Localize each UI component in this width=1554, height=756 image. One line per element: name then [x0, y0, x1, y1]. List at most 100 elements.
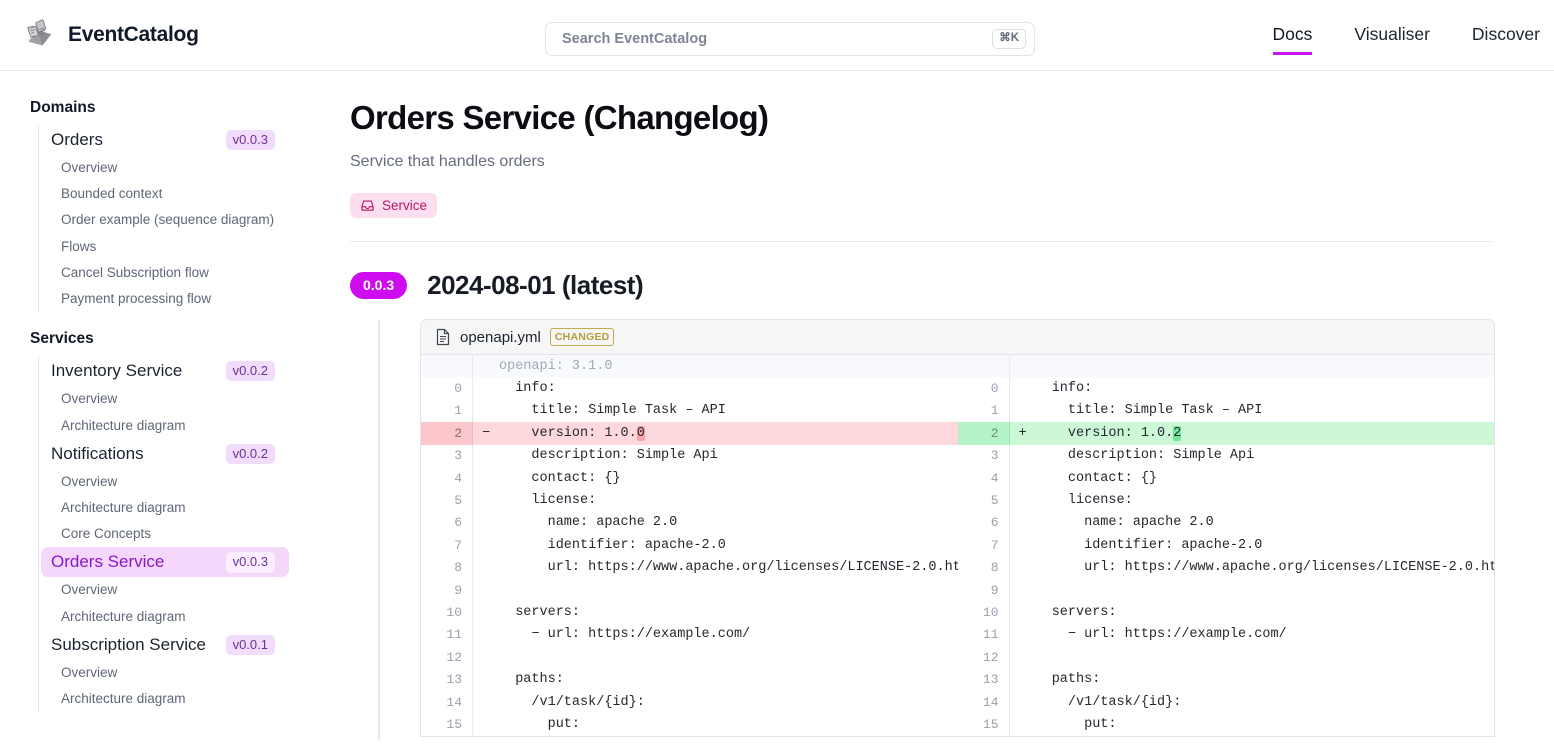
- sidebar-subitem[interactable]: Overview: [39, 469, 330, 495]
- diff-line-number: [421, 355, 473, 377]
- diff-line-number: 10: [421, 601, 473, 623]
- nav-item-docs[interactable]: Docs: [1273, 24, 1313, 48]
- diff-line: 10 servers:: [958, 601, 1495, 623]
- page-title: Orders Service (Changelog): [350, 99, 1554, 137]
- brand[interactable]: EventCatalog: [22, 18, 199, 52]
- sidebar-item-inventory-service[interactable]: Inventory Servicev0.0.2: [41, 356, 289, 386]
- diff-line-code: contact: {}: [499, 471, 958, 486]
- diff-line-code: paths:: [499, 672, 958, 687]
- version-badge: v0.0.3: [226, 130, 275, 150]
- diff-line-code: info:: [499, 381, 958, 396]
- brand-name: EventCatalog: [68, 23, 199, 47]
- diff-line-number: 4: [958, 467, 1010, 489]
- diff-line-code: description: Simple Api: [499, 448, 958, 463]
- sidebar-subitem[interactable]: Overview: [39, 660, 330, 686]
- diff-line-code: − url: https://example.com/: [499, 627, 958, 642]
- version-badge: v0.0.1: [226, 635, 275, 655]
- nav-item-discover[interactable]: Discover: [1472, 24, 1540, 48]
- page-subtitle: Service that handles orders: [350, 153, 1554, 171]
- diff-line-number: 10: [958, 601, 1010, 623]
- diff-line-code: info:: [1036, 381, 1495, 396]
- status-badge: Service: [350, 193, 437, 218]
- diff-filename: openapi.yml: [460, 329, 541, 346]
- sidebar-group-title: Domains: [30, 99, 330, 117]
- sidebar-subitem[interactable]: Architecture diagram: [39, 604, 330, 630]
- diff-line-code: url: https://www.apache.org/licenses/LIC…: [1036, 560, 1495, 575]
- diff-line: 11 − url: https://example.com/: [958, 624, 1495, 646]
- sidebar-tree: Ordersv0.0.3OverviewBounded contextOrder…: [38, 125, 330, 312]
- version-badge: v0.0.3: [226, 552, 275, 572]
- diff-header: openapi.yml CHANGED: [421, 320, 1494, 355]
- diff-line: 5 license:: [421, 489, 958, 511]
- sidebar-subitem[interactable]: Cancel Subscription flow: [39, 260, 330, 286]
- sidebar-group: ServicesInventory Servicev0.0.2OverviewA…: [0, 330, 330, 712]
- diff-line-number: 0: [421, 377, 473, 399]
- diff-line: 3 description: Simple Api: [421, 445, 958, 467]
- diff-line-number: 5: [421, 489, 473, 511]
- diff-line: 10 servers:: [421, 601, 958, 623]
- sidebar-subitem[interactable]: Bounded context: [39, 181, 330, 207]
- sidebar-tree: Subscription Servicev0.0.1OverviewArchit…: [38, 630, 330, 712]
- diff-line-code: /v1/task/{id}:: [1036, 695, 1495, 710]
- diff-line: 6 name: apache 2.0: [421, 512, 958, 534]
- sidebar-subitem[interactable]: Flows: [39, 234, 330, 260]
- diff-line-code: license:: [499, 493, 958, 508]
- diff-line: 0 info:: [958, 377, 1495, 399]
- sidebar-item-orders-service[interactable]: Orders Servicev0.0.3: [41, 547, 289, 577]
- diff-line-code: − url: https://example.com/: [1036, 627, 1495, 642]
- diff-line-number: 7: [958, 534, 1010, 556]
- diff-line-number: 9: [421, 579, 473, 601]
- diff-line-number: 4: [421, 467, 473, 489]
- diff-line-number: 11: [421, 624, 473, 646]
- timeline-line: [378, 320, 380, 740]
- diff-line: 15 put:: [421, 713, 958, 735]
- diff-line-code: identifier: apache‑2.0: [499, 538, 958, 553]
- diff-line: [958, 355, 1495, 377]
- diff-line-code: contact: {}: [1036, 471, 1495, 486]
- diff-inline-highlight: 0: [637, 426, 645, 441]
- sidebar-subitem[interactable]: Architecture diagram: [39, 495, 330, 521]
- search-input[interactable]: [562, 31, 992, 47]
- sidebar-subitem[interactable]: Overview: [39, 577, 330, 603]
- sidebar-item-label: Inventory Service: [51, 361, 182, 381]
- sidebar-item-notifications[interactable]: Notificationsv0.0.2: [41, 439, 289, 469]
- diff-line-number: 7: [421, 534, 473, 556]
- diff-line: 2− version: 1.0.0: [421, 422, 958, 444]
- diff-line: 15 put:: [958, 713, 1495, 735]
- search-container[interactable]: ⌘K: [545, 22, 1035, 56]
- nav-item-visualiser[interactable]: Visualiser: [1354, 24, 1430, 48]
- diff-line-number: 14: [421, 691, 473, 713]
- sidebar-subitem[interactable]: Architecture diagram: [39, 413, 330, 439]
- app-header: EventCatalog ⌘K Docs Visualiser Discover: [0, 0, 1554, 71]
- sidebar-subitem[interactable]: Order example (sequence diagram): [39, 207, 330, 233]
- diff-line: 5 license:: [958, 489, 1495, 511]
- diff-line: 14 /v1/task/{id}:: [958, 691, 1495, 713]
- diff-line-number: 15: [958, 713, 1010, 735]
- diff-line: 12: [958, 646, 1495, 668]
- diff-line-code: name: apache 2.0: [1036, 515, 1495, 530]
- sidebar-item-orders[interactable]: Ordersv0.0.3: [41, 125, 289, 155]
- main-content: Orders Service (Changelog) Service that …: [330, 71, 1554, 756]
- diff-line: openapi: 3.1.0: [421, 355, 958, 377]
- diff-line-marker: +: [1010, 426, 1036, 441]
- diff-body: openapi: 3.1.00 info:1 title: Simple Tas…: [421, 355, 1494, 736]
- sidebar-subitem[interactable]: Overview: [39, 155, 330, 181]
- inbox-icon: [360, 198, 375, 213]
- diff-line-code: paths:: [1036, 672, 1495, 687]
- diff-line-number: [958, 355, 1010, 377]
- sidebar-item-subscription-service[interactable]: Subscription Servicev0.0.1: [41, 630, 289, 660]
- sidebar-subitem[interactable]: Architecture diagram: [39, 686, 330, 712]
- diff-line: 6 name: apache 2.0: [958, 512, 1495, 534]
- sidebar-subitem[interactable]: Payment processing flow: [39, 286, 330, 312]
- diff-line-number: 3: [958, 445, 1010, 467]
- diff-line: 9: [421, 579, 958, 601]
- sidebar: DomainsOrdersv0.0.3OverviewBounded conte…: [0, 71, 330, 756]
- sidebar-subitem[interactable]: Core Concepts: [39, 521, 330, 547]
- diff-inline-highlight: 2: [1173, 426, 1181, 441]
- diff-line: 12: [421, 646, 958, 668]
- diff-line-number: 6: [421, 512, 473, 534]
- diff-line-number: 13: [958, 668, 1010, 690]
- sidebar-subitem[interactable]: Overview: [39, 386, 330, 412]
- diff-line-number: 8: [421, 557, 473, 579]
- diff-line-code: put:: [499, 717, 958, 732]
